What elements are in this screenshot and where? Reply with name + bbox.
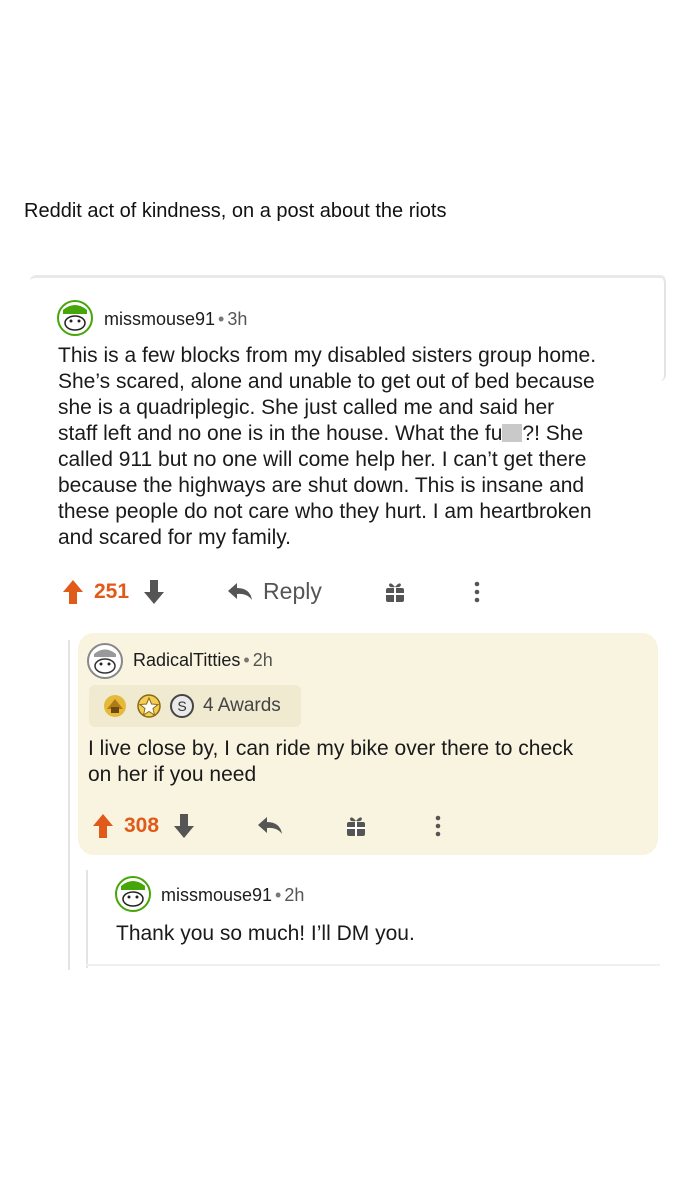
thread-line [86,870,88,968]
gift-icon[interactable] [384,581,406,603]
timestamp: 3h [227,309,248,329]
timestamp: 2h [284,885,305,905]
comment-line: and scared for my family. [58,526,292,549]
meta-separator: • [243,650,250,670]
vote-count: 308 [124,814,160,837]
comment-body: Thank you so much! I’ll DM you. [116,921,636,947]
comment-meta: missmouse91 • 3h [104,309,247,330]
timestamp: 2h [252,650,273,670]
reply-button[interactable] [257,816,283,836]
comment-line: She’s scared, alone and unable to get ou… [58,370,595,393]
comment-line: This is a few blocks from my disabled si… [58,344,597,367]
avatar-icon[interactable] [87,643,123,679]
meta-separator: • [275,885,282,905]
page-caption: Reddit act of kindness, on a post about … [24,200,447,222]
avatar-icon[interactable] [57,300,93,336]
censor-blur [502,424,523,442]
downvote-icon[interactable] [173,813,195,839]
card-edge [660,277,666,381]
more-icon[interactable] [474,581,480,603]
svg-text:S: S [177,698,186,714]
comment-actions: 308 [92,813,441,839]
comment-text: ?! She [522,422,584,445]
reply-label: Reply [263,578,322,604]
gift-icon[interactable] [345,815,367,837]
comment-line: I live close by, I can ride my bike over… [88,737,574,760]
thread-line [68,640,70,970]
comment-line: because the highways are shut down. This… [58,474,585,497]
comment-body: This is a few blocks from my disabled si… [58,343,658,551]
more-icon[interactable] [435,815,441,837]
awards-badge[interactable]: S 4 Awards [89,685,301,727]
comment-line: on her if you need [88,763,257,786]
vote-count: 251 [94,579,130,603]
comment-line: these people do not care who they hurt. … [58,500,592,523]
card-border [30,275,666,285]
comment-line: called 911 but no one will come help her… [58,448,587,471]
comment-body: I live close by, I can ride my bike over… [88,736,648,788]
downvote-icon[interactable] [143,579,165,605]
username[interactable]: missmouse91 [161,885,272,905]
username[interactable]: RadicalTitties [133,650,240,670]
username[interactable]: missmouse91 [104,309,215,329]
comment-actions: 251 Reply [62,578,480,605]
meta-separator: • [218,309,225,329]
upvote-icon[interactable] [92,813,114,839]
comment-text: staff left and no one is in the house. W… [58,422,503,445]
comment-line: Thank you so much! I’ll DM you. [116,922,415,945]
award-icon: S [170,694,194,718]
reply-button[interactable]: Reply [227,578,322,605]
avatar-icon[interactable] [115,876,151,912]
awards-label: 4 Awards [203,695,281,716]
award-icon [104,695,126,717]
comment-line: staff left and no one is in the house. W… [58,421,658,447]
card-bottom-border [86,964,660,966]
reply-icon [258,817,283,834]
award-icon [137,694,161,718]
comment-meta: RadicalTitties • 2h [133,650,273,671]
comment-meta: missmouse91 • 2h [161,885,304,906]
reply-icon [228,582,253,600]
upvote-icon[interactable] [62,579,84,605]
comment-line: she is a quadriplegic. She just called m… [58,396,555,419]
